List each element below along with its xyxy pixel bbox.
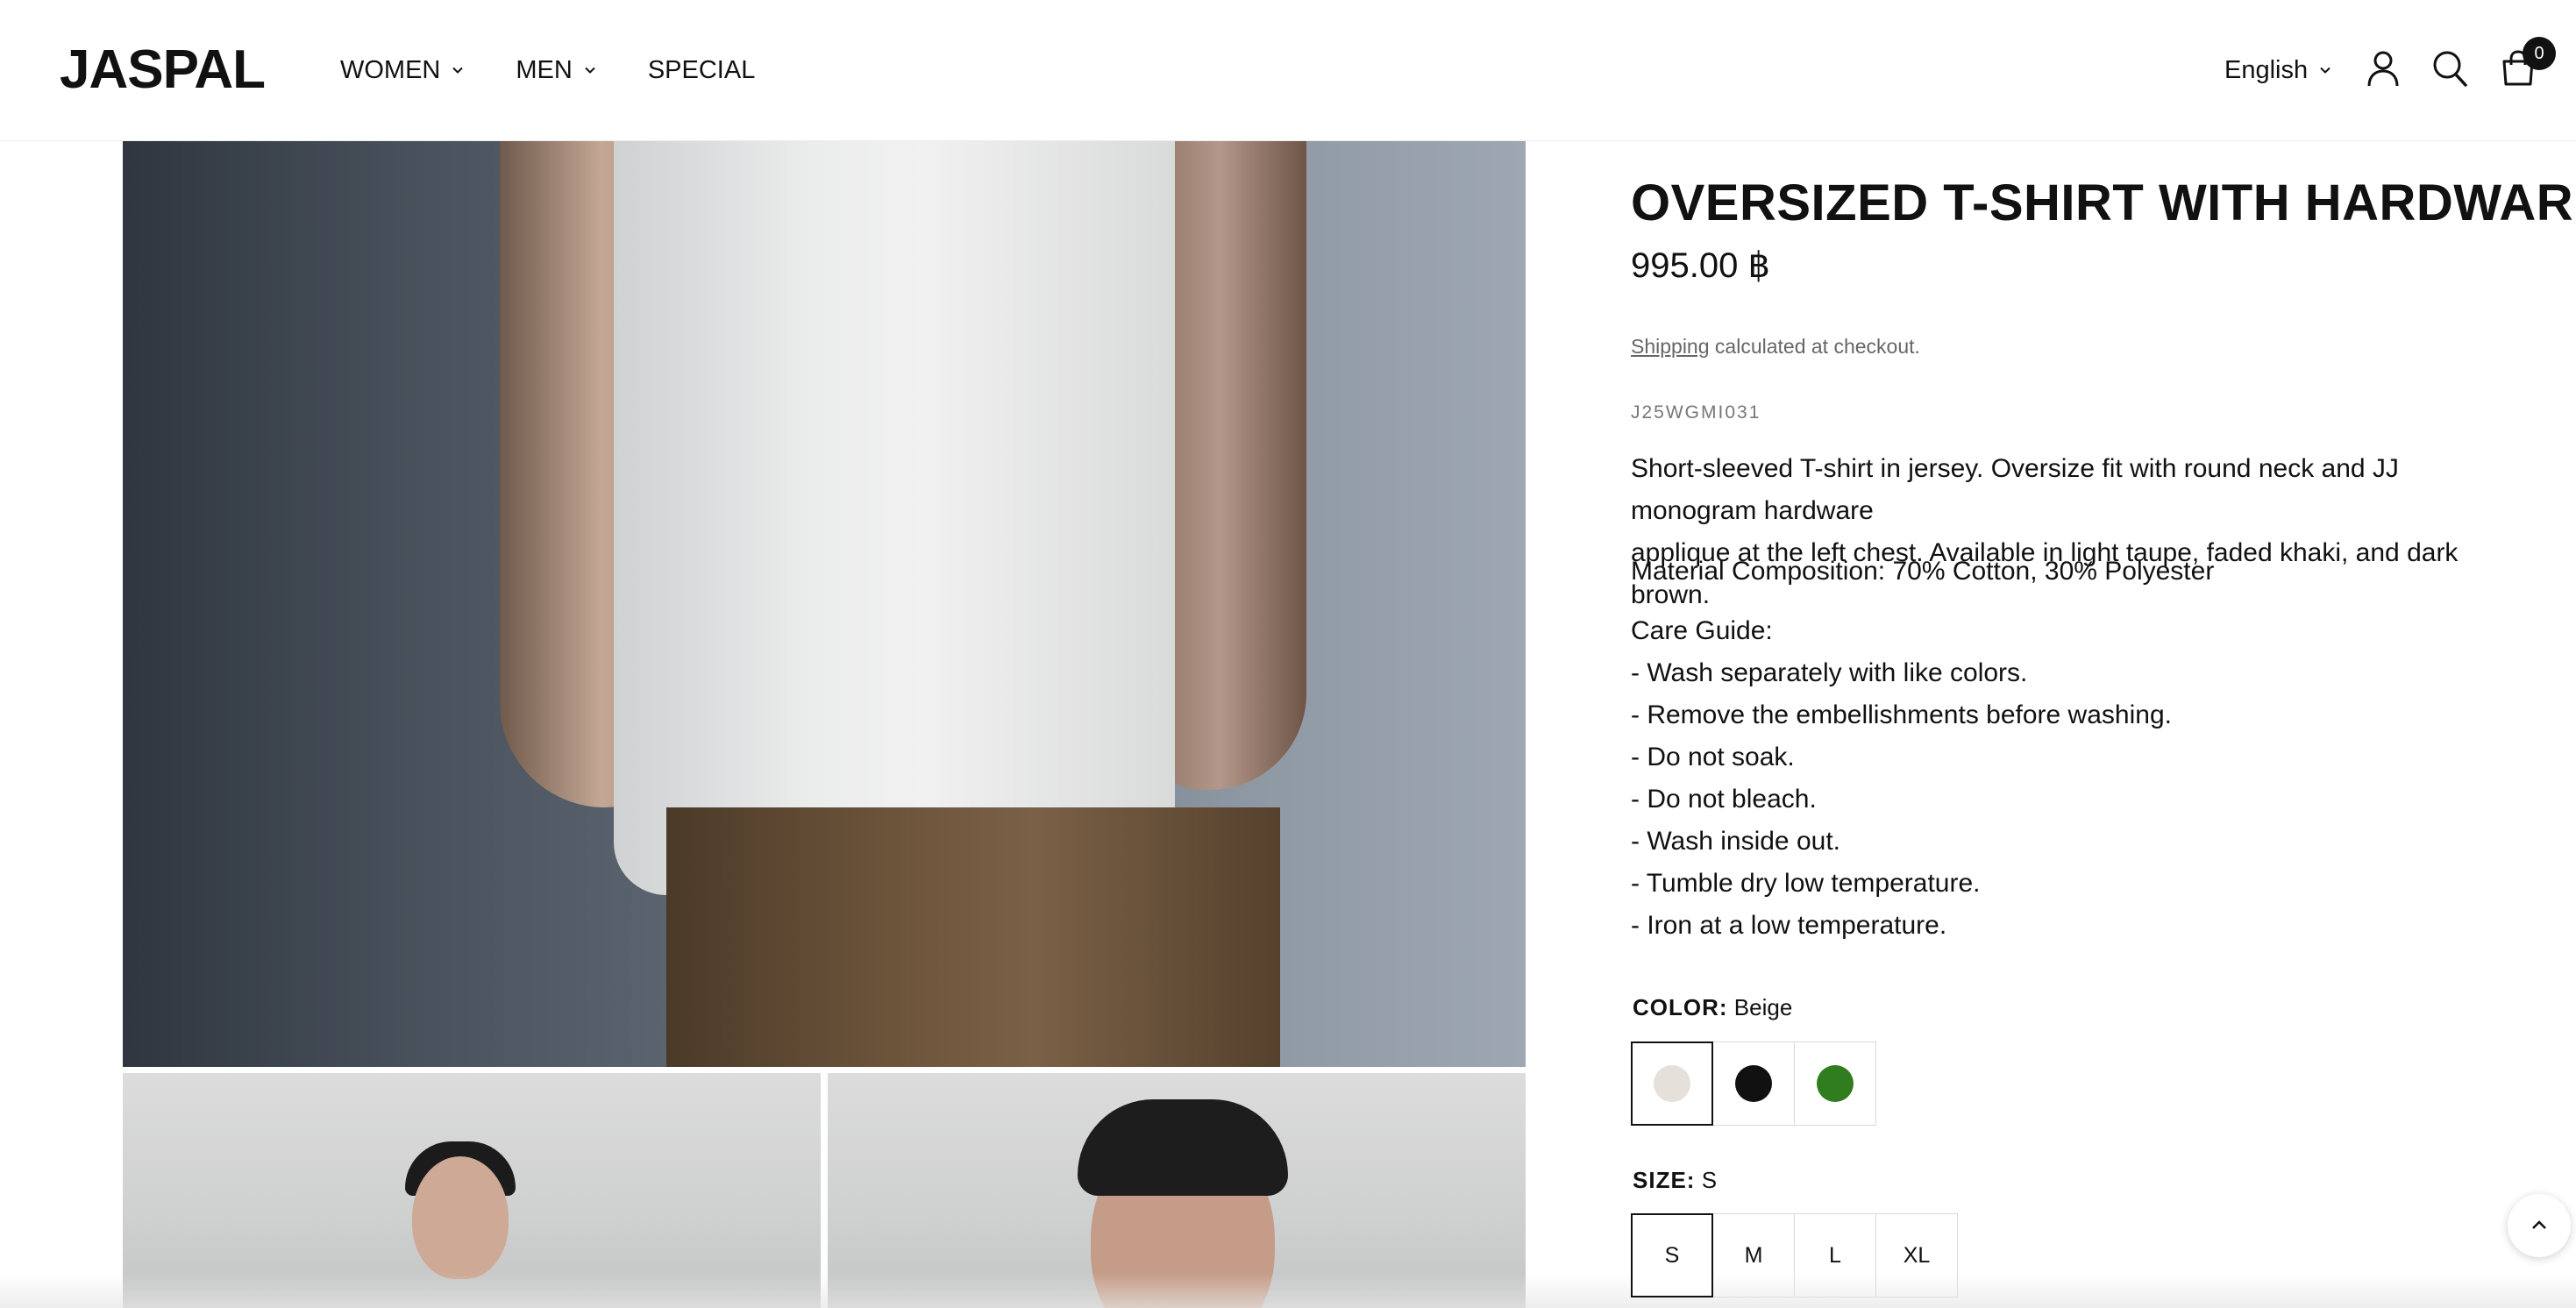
size-option-xl[interactable]: XL [1875,1213,1958,1297]
care-item: - Wash separately with like colors. [1631,658,2028,687]
back-to-top-button[interactable] [2508,1194,2571,1257]
search-button[interactable] [2430,47,2469,89]
care-item: - Wash inside out. [1631,827,1840,856]
color-dot [1817,1065,1854,1102]
product-title: OVERSIZED T-SHIRT WITH HARDWARE [1631,174,2576,231]
brand-logo[interactable]: JASPAL [60,40,266,100]
care-item: - Tumble dry low temperature. [1631,869,1981,898]
size-option-s[interactable]: S [1631,1213,1713,1297]
color-dot [1654,1065,1690,1102]
care-item: - Remove the embellishments before washi… [1631,700,2172,729]
description-line: Short-sleeved T-shirt in jersey. Oversiz… [1631,454,2399,525]
size-option-m[interactable]: M [1712,1213,1795,1297]
image-pants [666,807,1280,1067]
account-button[interactable] [2364,47,2402,89]
shipping-note: Shipping calculated at checkout. [1631,335,1920,359]
chevron-down-icon [452,67,464,74]
size-label: SIZE: [1633,1167,1696,1193]
color-swatches [1631,1041,1876,1126]
site-header: JASPAL WOMEN MEN SPECIAL English 0 [0,0,2576,141]
product-thumbnail-image[interactable] [828,1073,1526,1308]
care-guide-title: Care Guide: [1631,616,1773,645]
care-guide: Care Guide: - Wash separately with like … [1631,610,2172,947]
cart-count-badge: 0 [2523,37,2556,70]
color-swatch-green[interactable] [1794,1041,1876,1126]
nav-item-women[interactable]: WOMEN [340,51,465,89]
chevron-down-icon [585,67,595,74]
image-shirt [614,141,1175,895]
search-icon [2433,51,2467,87]
product-price: 995.00 ฿ [1631,246,1770,285]
product-main-image[interactable] [123,141,1526,1067]
color-dot [1735,1065,1772,1102]
material-composition: Material Composition: 70% Cotton, 30% Po… [1631,557,2215,586]
shipping-note-text: calculated at checkout. [1709,335,1920,358]
nav-item-label: MEN [516,55,573,84]
product-thumbnail-image[interactable] [123,1073,821,1308]
size-options: S M L XL [1631,1213,1958,1297]
chevron-down-icon [2320,67,2330,74]
nav-item-label: SPECIAL [647,55,756,84]
product-sku: J25WGMI031 [1631,402,1761,423]
color-swatch-black[interactable] [1712,1041,1795,1126]
chevron-up-icon [2532,1220,2546,1229]
care-item: - Do not soak. [1631,743,1795,771]
size-option-label: SIZE: S [1633,1167,1717,1194]
account-icon [2367,51,2399,87]
care-item: - Iron at a low temperature. [1631,911,1947,940]
care-item: - Do not bleach. [1631,785,1817,814]
shipping-link[interactable]: Shipping [1631,335,1710,358]
image-face [412,1156,509,1279]
size-selected-value: S [1701,1167,1718,1193]
nav-item-men[interactable]: MEN [516,51,596,89]
nav-item-label: WOMEN [340,55,441,84]
size-option-l[interactable]: L [1794,1213,1876,1297]
color-swatch-beige[interactable] [1631,1041,1713,1126]
nav-item-special[interactable]: SPECIAL [648,51,756,89]
language-label: English [2224,55,2309,84]
language-selector[interactable]: English [2224,53,2332,88]
color-option-label: COLOR: Beige [1633,994,1792,1021]
image-hair [1078,1099,1288,1196]
main-nav: WOMEN MEN SPECIAL [340,51,806,89]
color-label: COLOR: [1633,994,1728,1020]
color-selected-value: Beige [1733,994,1793,1020]
